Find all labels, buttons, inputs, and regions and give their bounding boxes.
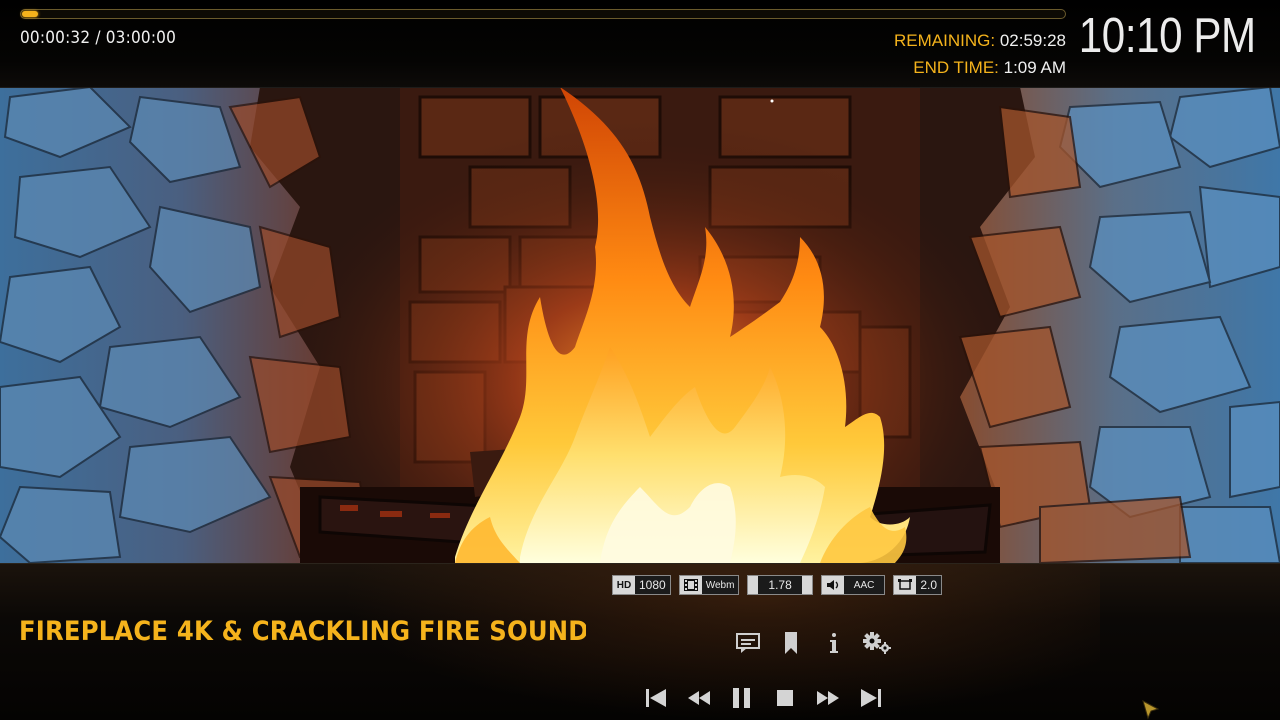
end-time-value: 1:09 AM — [1003, 58, 1066, 77]
resolution-value: 1080 — [639, 578, 666, 592]
skip-previous-icon[interactable] — [634, 682, 677, 714]
fast-forward-icon[interactable] — [806, 682, 849, 714]
video-frame[interactable] — [0, 87, 1280, 563]
end-time-label: END TIME: — [913, 58, 999, 77]
stop-icon[interactable] — [763, 682, 806, 714]
elapsed-time: 00:00:32 / 03:00:00 — [20, 28, 177, 48]
skip-next-icon[interactable] — [849, 682, 892, 714]
bookmark-icon[interactable] — [769, 628, 812, 658]
media-title: FIREPLACE 4K & CRACKLING FIRE SOUNDS 3 H… — [19, 616, 586, 647]
aspect-value: 1.78 — [768, 578, 792, 592]
time-info: REMAINING: 02:59:28 END TIME: 1:09 AM — [894, 27, 1066, 81]
end-time-row: END TIME: 1:09 AM — [894, 54, 1066, 81]
top-info-bar: 00:00:32 / 03:00:00 REMAINING: 02:59:28 … — [0, 0, 1280, 88]
resolution-flag: HD 1080 — [612, 575, 671, 595]
utility-controls — [726, 628, 898, 658]
channels-icon — [894, 576, 917, 594]
aspect-flag: 1.78 — [747, 575, 813, 595]
channels-flag: 2.0 — [893, 575, 943, 595]
rewind-icon[interactable] — [677, 682, 720, 714]
settings-icon[interactable] — [855, 628, 898, 658]
container-value: Webm — [705, 579, 735, 591]
seek-bar[interactable] — [20, 9, 1066, 19]
channels-value: 2.0 — [920, 578, 938, 592]
video-player-screen: 00:00:32 / 03:00:00 REMAINING: 02:59:28 … — [0, 0, 1280, 720]
audio-codec-flag: AAC — [820, 575, 886, 595]
hd-icon: HD — [613, 576, 635, 594]
seek-bar-progress — [22, 11, 38, 17]
remaining-row: REMAINING: 02:59:28 — [894, 27, 1066, 54]
aspect-ratio-icon-right — [801, 576, 812, 594]
container-flag: Webm — [678, 575, 740, 595]
fireplace-video-image — [0, 87, 1280, 563]
speaker-icon — [821, 576, 844, 594]
clock: 10:10 PM — [1079, 9, 1256, 63]
pause-icon[interactable] — [720, 682, 763, 714]
media-flags: HD 1080 Webm 1.78 AAC 2.0 — [612, 575, 943, 595]
film-strip-icon — [679, 576, 702, 594]
aspect-ratio-icon — [748, 576, 759, 594]
transport-controls — [634, 682, 892, 714]
mouse-cursor-icon — [1142, 699, 1160, 720]
remaining-label: REMAINING: — [894, 31, 996, 50]
remaining-value: 02:59:28 — [999, 31, 1066, 50]
subtitles-icon[interactable] — [726, 628, 769, 658]
info-icon[interactable] — [812, 628, 855, 658]
audio-codec-value: AAC — [853, 579, 875, 591]
